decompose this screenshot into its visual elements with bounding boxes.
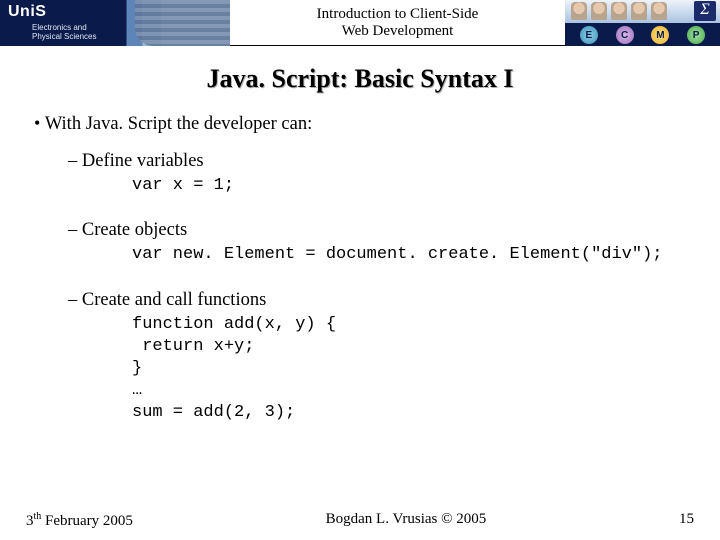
header-badges: E C M P	[565, 26, 720, 44]
footer-date: 3th February 2005	[26, 511, 133, 530]
intro-bullet: With Java. Script the developer can: Def…	[34, 112, 686, 424]
slide-content: With Java. Script the developer can: Def…	[0, 94, 720, 424]
date-rest: February 2005	[41, 513, 133, 529]
footer-author: Bogdan L. Vrusias © 2005	[326, 511, 487, 530]
dept-line-2: Physical Sciences	[32, 32, 96, 41]
course-line-1: Introduction to Client-Side	[317, 6, 479, 23]
footer-page-number: 15	[679, 511, 694, 530]
slide-header: UniS Electronics and Physical Sciences I…	[0, 0, 720, 46]
badge-m: M	[651, 26, 669, 44]
person-photo	[571, 2, 587, 20]
person-photo	[591, 2, 607, 20]
sigma-icon: Σ	[694, 1, 716, 21]
item-label: Create objects	[82, 220, 187, 240]
badge-e: E	[580, 26, 598, 44]
department-name: Electronics and Physical Sciences	[32, 23, 96, 41]
person-photo	[611, 2, 627, 20]
dept-line-1: Electronics and	[32, 23, 87, 32]
item-label: Define variables	[82, 151, 204, 171]
header-left-block: UniS Electronics and Physical Sciences	[0, 0, 230, 46]
header-course-title: Introduction to Client-Side Web Developm…	[230, 0, 565, 45]
slide-title: Java. Script: Basic Syntax I	[0, 64, 720, 94]
badge-c: C	[616, 26, 634, 44]
course-line-2: Web Development	[342, 23, 454, 40]
list-item: Create and call functions function add(x…	[68, 289, 686, 425]
university-logo-text: UniS	[8, 3, 46, 21]
list-item: Define variables var x = 1;	[68, 150, 686, 197]
code-block: var x = 1;	[68, 175, 686, 197]
badge-p: P	[687, 26, 705, 44]
code-block: function add(x, y) { return x+y; } … sum…	[68, 314, 686, 424]
list-item: Create objects var new. Element = docume…	[68, 219, 686, 266]
header-right-block: Σ E C M P	[565, 0, 720, 46]
item-label: Create and call functions	[82, 290, 266, 310]
slide-footer: 3th February 2005 Bogdan L. Vrusias © 20…	[0, 511, 720, 530]
person-photo	[651, 2, 667, 20]
people-photos	[571, 2, 667, 20]
intro-text: With Java. Script the developer can:	[45, 114, 312, 134]
code-block: var new. Element = document. create. Ele…	[68, 244, 686, 266]
building-graphic	[135, 0, 230, 46]
date-day: 3	[26, 513, 34, 529]
person-photo	[631, 2, 647, 20]
